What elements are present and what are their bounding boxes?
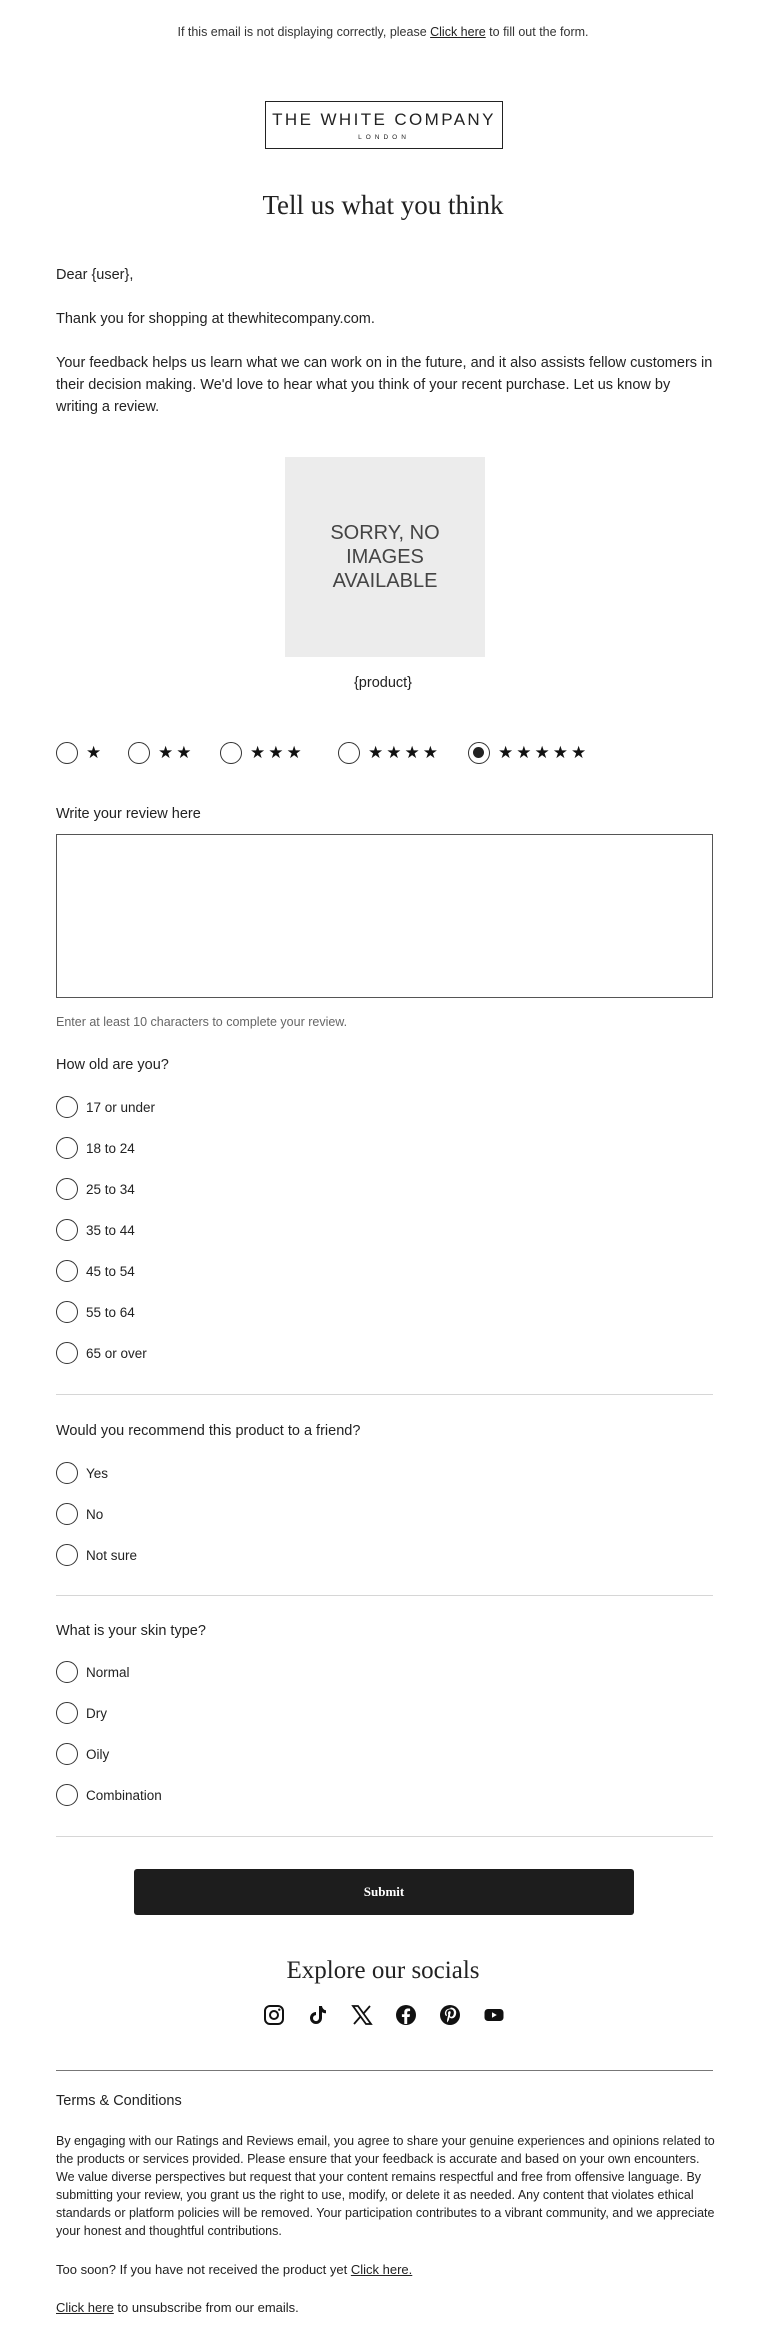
age-option-label: 55 to 64 <box>86 1304 135 1320</box>
unsubscribe-line: Click here to unsubscribe from our email… <box>56 2300 299 2315</box>
review-textarea[interactable] <box>56 834 713 998</box>
divider <box>56 1394 713 1395</box>
age-option-label: 25 to 34 <box>86 1181 135 1197</box>
age-option[interactable]: 65 or over <box>56 1340 147 1366</box>
recommend-radio[interactable] <box>56 1503 78 1525</box>
recommend-option[interactable]: Not sure <box>56 1542 137 1568</box>
age-option[interactable]: 18 to 24 <box>56 1135 135 1161</box>
display-note-text-end: to fill out the form. <box>485 25 589 39</box>
review-label: Write your review here <box>56 806 201 822</box>
recommend-question: Would you recommend this product to a fr… <box>56 1423 361 1439</box>
star-icon: ★★ <box>158 743 195 762</box>
too-soon-link[interactable]: Click here. <box>351 2262 412 2277</box>
terms-body: By engaging with our Ratings and Reviews… <box>56 2134 715 2238</box>
too-soon-line: Too soon? If you have not received the p… <box>56 2262 412 2277</box>
recommend-radio[interactable] <box>56 1544 78 1566</box>
logo-wordmark: THE WHITE COMPANY <box>272 110 496 129</box>
review-hint: Enter at least 10 characters to complete… <box>56 1015 348 1029</box>
recommend-radio[interactable] <box>56 1462 78 1484</box>
skin-option[interactable]: Normal <box>56 1659 130 1685</box>
star-icon: ★★★ <box>250 743 305 762</box>
no-image-text: SORRY, NO IMAGES AVAILABLE <box>330 522 440 592</box>
age-option-label: 18 to 24 <box>86 1140 135 1156</box>
recommend-option-label: Yes <box>86 1465 109 1481</box>
age-option[interactable]: 55 to 64 <box>56 1299 135 1325</box>
product-image-placeholder: SORRY, NO IMAGES AVAILABLE <box>285 457 485 657</box>
age-radio[interactable] <box>56 1219 78 1241</box>
age-radio[interactable] <box>56 1260 78 1282</box>
age-option-label: 65 or over <box>86 1345 147 1361</box>
skin-question: What is your skin type? <box>56 1623 206 1639</box>
section-divider <box>56 2070 713 2071</box>
unsubscribe-text: to unsubscribe from our emails. <box>113 2300 299 2315</box>
skin-option-label: Normal <box>86 1664 130 1680</box>
recommend-option-label: No <box>86 1506 104 1522</box>
star-option-1[interactable]: ★ <box>56 740 104 766</box>
recommend-option[interactable]: No <box>56 1501 103 1527</box>
pinterest-icon[interactable] <box>438 2003 462 2027</box>
age-option[interactable]: 45 to 54 <box>56 1258 135 1284</box>
age-option[interactable]: 17 or under <box>56 1094 155 1120</box>
skin-radio[interactable] <box>56 1743 78 1765</box>
youtube-icon[interactable] <box>482 2003 506 2027</box>
email-page: If this email is not displaying correctl… <box>0 0 766 2328</box>
skin-option[interactable]: Dry <box>56 1700 107 1726</box>
page-title: Tell us what you think <box>262 190 504 220</box>
age-option-label: 45 to 54 <box>86 1263 135 1279</box>
star-radio[interactable] <box>468 742 490 764</box>
socials-title: Explore our socials <box>286 1957 480 1984</box>
skin-option-label: Dry <box>86 1705 107 1721</box>
star-radio[interactable] <box>128 742 150 764</box>
skin-radio[interactable] <box>56 1702 78 1724</box>
x-icon[interactable] <box>350 2003 374 2027</box>
star-option-2[interactable]: ★★ <box>128 740 194 766</box>
greeting: Dear {user}, <box>56 267 134 283</box>
recommend-option-label: Not sure <box>86 1547 138 1563</box>
star-radio[interactable] <box>56 742 78 764</box>
product-name: {product} <box>353 675 413 691</box>
age-radio[interactable] <box>56 1096 78 1118</box>
skin-option[interactable]: Combination <box>56 1782 162 1808</box>
age-radio[interactable] <box>56 1301 78 1323</box>
display-note-link[interactable]: Click here <box>430 25 486 39</box>
age-radio[interactable] <box>56 1178 78 1200</box>
brand-logo[interactable]: THE WHITE COMPANY LONDON <box>265 101 503 149</box>
display-note: If this email is not displaying correctl… <box>0 25 766 39</box>
age-question: How old are you? <box>56 1057 169 1073</box>
skin-option-label: Combination <box>86 1787 162 1803</box>
display-note-text: If this email is not displaying correctl… <box>177 25 431 39</box>
recommend-option[interactable]: Yes <box>56 1460 108 1486</box>
star-option-5[interactable]: ★★★★★ <box>468 740 589 766</box>
star-option-3[interactable]: ★★★ <box>220 740 305 766</box>
age-radio[interactable] <box>56 1137 78 1159</box>
tiktok-icon[interactable] <box>306 2003 330 2027</box>
age-option[interactable]: 35 to 44 <box>56 1217 135 1243</box>
star-radio[interactable] <box>338 742 360 764</box>
instagram-icon[interactable] <box>262 2003 286 2027</box>
star-icon: ★ <box>86 743 105 762</box>
age-option-label: 17 or under <box>86 1099 156 1115</box>
skin-radio[interactable] <box>56 1784 78 1806</box>
thanks-text: Thank you for shopping at thewhitecompan… <box>56 311 375 327</box>
star-icon: ★★★★ <box>368 743 441 762</box>
star-option-4[interactable]: ★★★★ <box>338 740 441 766</box>
skin-radio[interactable] <box>56 1661 78 1683</box>
star-radio[interactable] <box>220 742 242 764</box>
skin-option-label: Oily <box>86 1746 110 1762</box>
terms-title: Terms & Conditions <box>56 2093 182 2109</box>
unsubscribe-link[interactable]: Click here <box>56 2300 114 2315</box>
intro-body: Your feedback helps us learn what we can… <box>56 355 713 415</box>
star-icon: ★★★★★ <box>498 743 590 762</box>
logo-subline: LONDON <box>358 134 410 141</box>
too-soon-text: Too soon? If you have not received the p… <box>56 2262 351 2277</box>
age-radio[interactable] <box>56 1342 78 1364</box>
submit-button[interactable]: Submit <box>134 1869 634 1915</box>
age-option[interactable]: 25 to 34 <box>56 1176 135 1202</box>
divider <box>56 1836 713 1837</box>
facebook-icon[interactable] <box>394 2003 418 2027</box>
skin-option[interactable]: Oily <box>56 1741 109 1767</box>
divider <box>56 1595 713 1596</box>
age-option-label: 35 to 44 <box>86 1222 135 1238</box>
